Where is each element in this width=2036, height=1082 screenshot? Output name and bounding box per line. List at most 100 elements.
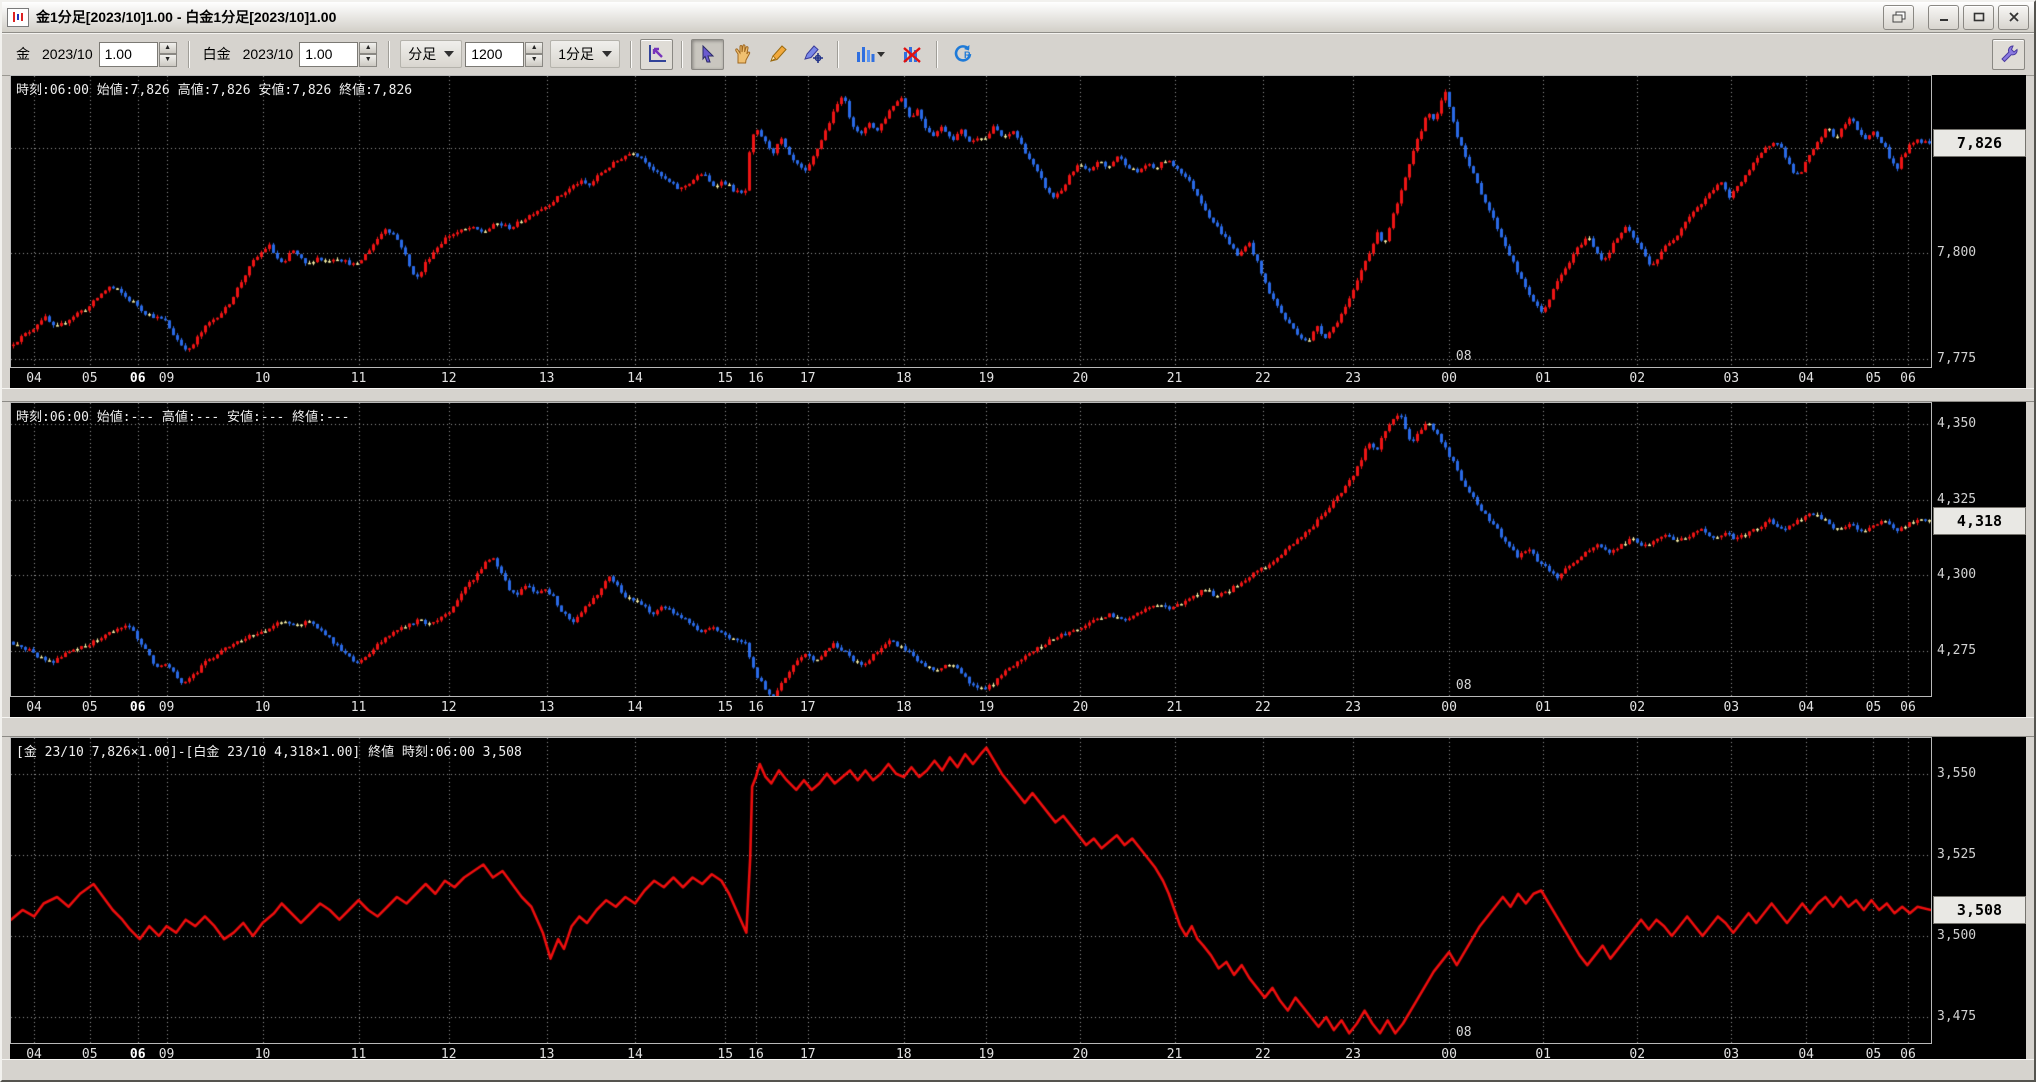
toolbar-separator [388,40,391,68]
bar-type-dropdown[interactable]: 分足 [400,40,463,68]
chart-style-dropdown-button[interactable] [847,39,893,70]
panel-splitter[interactable] [2,388,2034,402]
marker-crosshair-button[interactable] [796,39,829,70]
bar-count-down-button[interactable]: ▼ [525,54,544,67]
bar-count-up-button[interactable]: ▲ [525,41,544,54]
maximize-button[interactable] [1963,4,1994,30]
x-tick-label: 06 [1900,371,1916,386]
gold-time-axis: 04 05 06 09 10 11 12 13 14 15 16 17 18 19 20 21 22 23 00 01… [10,368,1932,388]
wrench-icon [2000,45,2018,63]
x-tick-label: 21 [1166,371,1183,386]
toolbar-separator [187,40,190,68]
toolbar-separator [681,40,684,68]
x-tick-label: 04 [1798,700,1815,715]
app-window: 金1分足[2023/10]1.00 - 白金1分足[2023/10]1.00 金… [0,0,2036,1082]
hand-icon [734,44,750,64]
clear-chart-style-button[interactable] [895,39,928,70]
y-tick-label: 3,475 [1937,1009,1977,1025]
x-tick-label: 21 [1166,700,1183,715]
platinum-multiplier-spinner: 1.00 ▲ ▼ [299,41,378,67]
x-tick-label: 01 [1535,700,1551,715]
x-tick-label: 16 [748,700,764,715]
chart-panel-gold: 時刻:06:00 始値:7,826 高値:7,826 安値:7,826 終値:7… [10,75,2026,388]
x-tick-label: 02 [1629,371,1646,386]
platinum-candlestick-chart[interactable] [10,402,1932,697]
spread-line-chart[interactable] [10,737,1932,1044]
x-tick-label: 12 [440,700,457,715]
bar-count-input[interactable]: 1200 [465,41,525,67]
y-tick-label: 4,325 [1937,491,1977,507]
bar-chart-x-icon [902,47,921,63]
titlebar: 金1分足[2023/10]1.00 - 白金1分足[2023/10]1.00 [2,2,2034,33]
x-tick-label: 05 [1865,371,1882,386]
x-tick-label: 00 [1441,371,1457,386]
settings-button[interactable] [1992,38,2025,70]
reload-button[interactable]: R [946,39,979,70]
day-marker-label: 08 [1455,1025,1472,1040]
window-title: 金1分足[2023/10]1.00 - 白金1分足[2023/10]1.00 [36,9,337,25]
platinum-month-label[interactable]: 2023/10 [243,46,294,62]
x-tick-label: 17 [799,371,816,386]
y-tick-label: 3,500 [1937,927,1977,943]
minimize-button[interactable] [1928,4,1959,30]
bar-chart-icon [857,47,875,62]
chart-cursor-mode-button[interactable] [640,38,674,70]
y-tick-label: 7,775 [1937,350,1977,366]
last-price-badge: 7,826 [1933,129,2026,158]
platinum-multiplier-down-button[interactable]: ▼ [359,54,378,67]
x-tick-label: 14 [627,700,643,715]
panel-splitter[interactable] [2,717,2034,737]
bar-count-spinner: 1200 ▲ ▼ [465,41,544,67]
gold-multiplier-up-button[interactable]: ▲ [158,41,177,54]
x-tick-label: 03 [1723,371,1740,386]
y-tick-label: 4,300 [1937,567,1977,583]
platinum-multiplier-input[interactable]: 1.00 [299,41,359,67]
bar-type-value: 分足 [408,46,437,62]
x-tick-label: 15 [717,700,734,715]
gold-ohlc-readout: 時刻:06:00 始値:7,826 高値:7,826 安値:7,826 終値:7… [16,83,413,98]
x-tick-label: 20 [1072,371,1089,386]
gold-candlestick-chart[interactable] [10,75,1932,368]
chevron-down-icon [444,51,455,57]
x-tick-label: 18 [895,371,912,386]
platinum-price-axis: 4,275 4,300 4,325 4,350 4,318 [1932,402,2026,697]
interval-dropdown[interactable]: 1分足 [550,40,621,68]
chart-panel-platinum: 時刻:06:00 始値:--- 高値:--- 安値:--- 終値:--- 08 … [10,402,2026,717]
x-tick-label: 02 [1629,700,1646,715]
gold-label: 金 [16,46,30,62]
y-tick-label: 4,350 [1937,416,1977,432]
x-tick-label: 13 [538,700,555,715]
gold-multiplier-down-button[interactable]: ▼ [158,54,177,67]
x-tick-label: 06 [1900,700,1916,715]
select-cursor-button[interactable] [691,38,725,70]
platinum-time-axis: 04 05 06 09 10 11 12 13 14 15 16 17 18 19 20 21 22 23 00 01… [10,697,1932,717]
reload-icon: R [954,45,971,62]
platinum-ohlc-readout: 時刻:06:00 始値:--- 高値:--- 安値:--- 終値:--- [16,410,350,425]
x-tick-label: 06 [129,371,146,386]
x-tick-label: 01 [1535,371,1551,386]
marker-crosshair-icon [803,45,823,63]
toolbar-separator [630,40,633,68]
app-candlestick-icon[interactable] [7,7,29,27]
x-tick-label: 04 [26,700,42,715]
day-marker-label: 08 [1455,349,1472,364]
gold-multiplier-input[interactable]: 1.00 [98,41,158,67]
y-tick-label: 4,275 [1937,642,1977,658]
interval-value: 1分足 [558,46,595,62]
x-tick-label: 16 [748,371,764,386]
x-tick-label: 00 [1441,700,1457,715]
draw-line-button[interactable] [761,39,794,70]
gold-price-axis: 7,7757,8007,8257,826 [1932,75,2026,368]
gold-month-label[interactable]: 2023/10 [42,46,93,62]
pan-hand-button[interactable] [726,39,759,70]
restore-windows-button[interactable] [1883,4,1914,30]
x-tick-label: 03 [1723,700,1740,715]
cursor-arrow-icon [702,44,714,63]
platinum-multiplier-up-button[interactable]: ▲ [359,41,378,54]
x-tick-label: 14 [627,371,643,386]
x-tick-label: 06 [129,700,146,715]
x-tick-label: 05 [81,700,98,715]
close-button[interactable] [1998,4,2029,30]
x-tick-label: 05 [1865,700,1882,715]
x-tick-label: 04 [26,371,42,386]
